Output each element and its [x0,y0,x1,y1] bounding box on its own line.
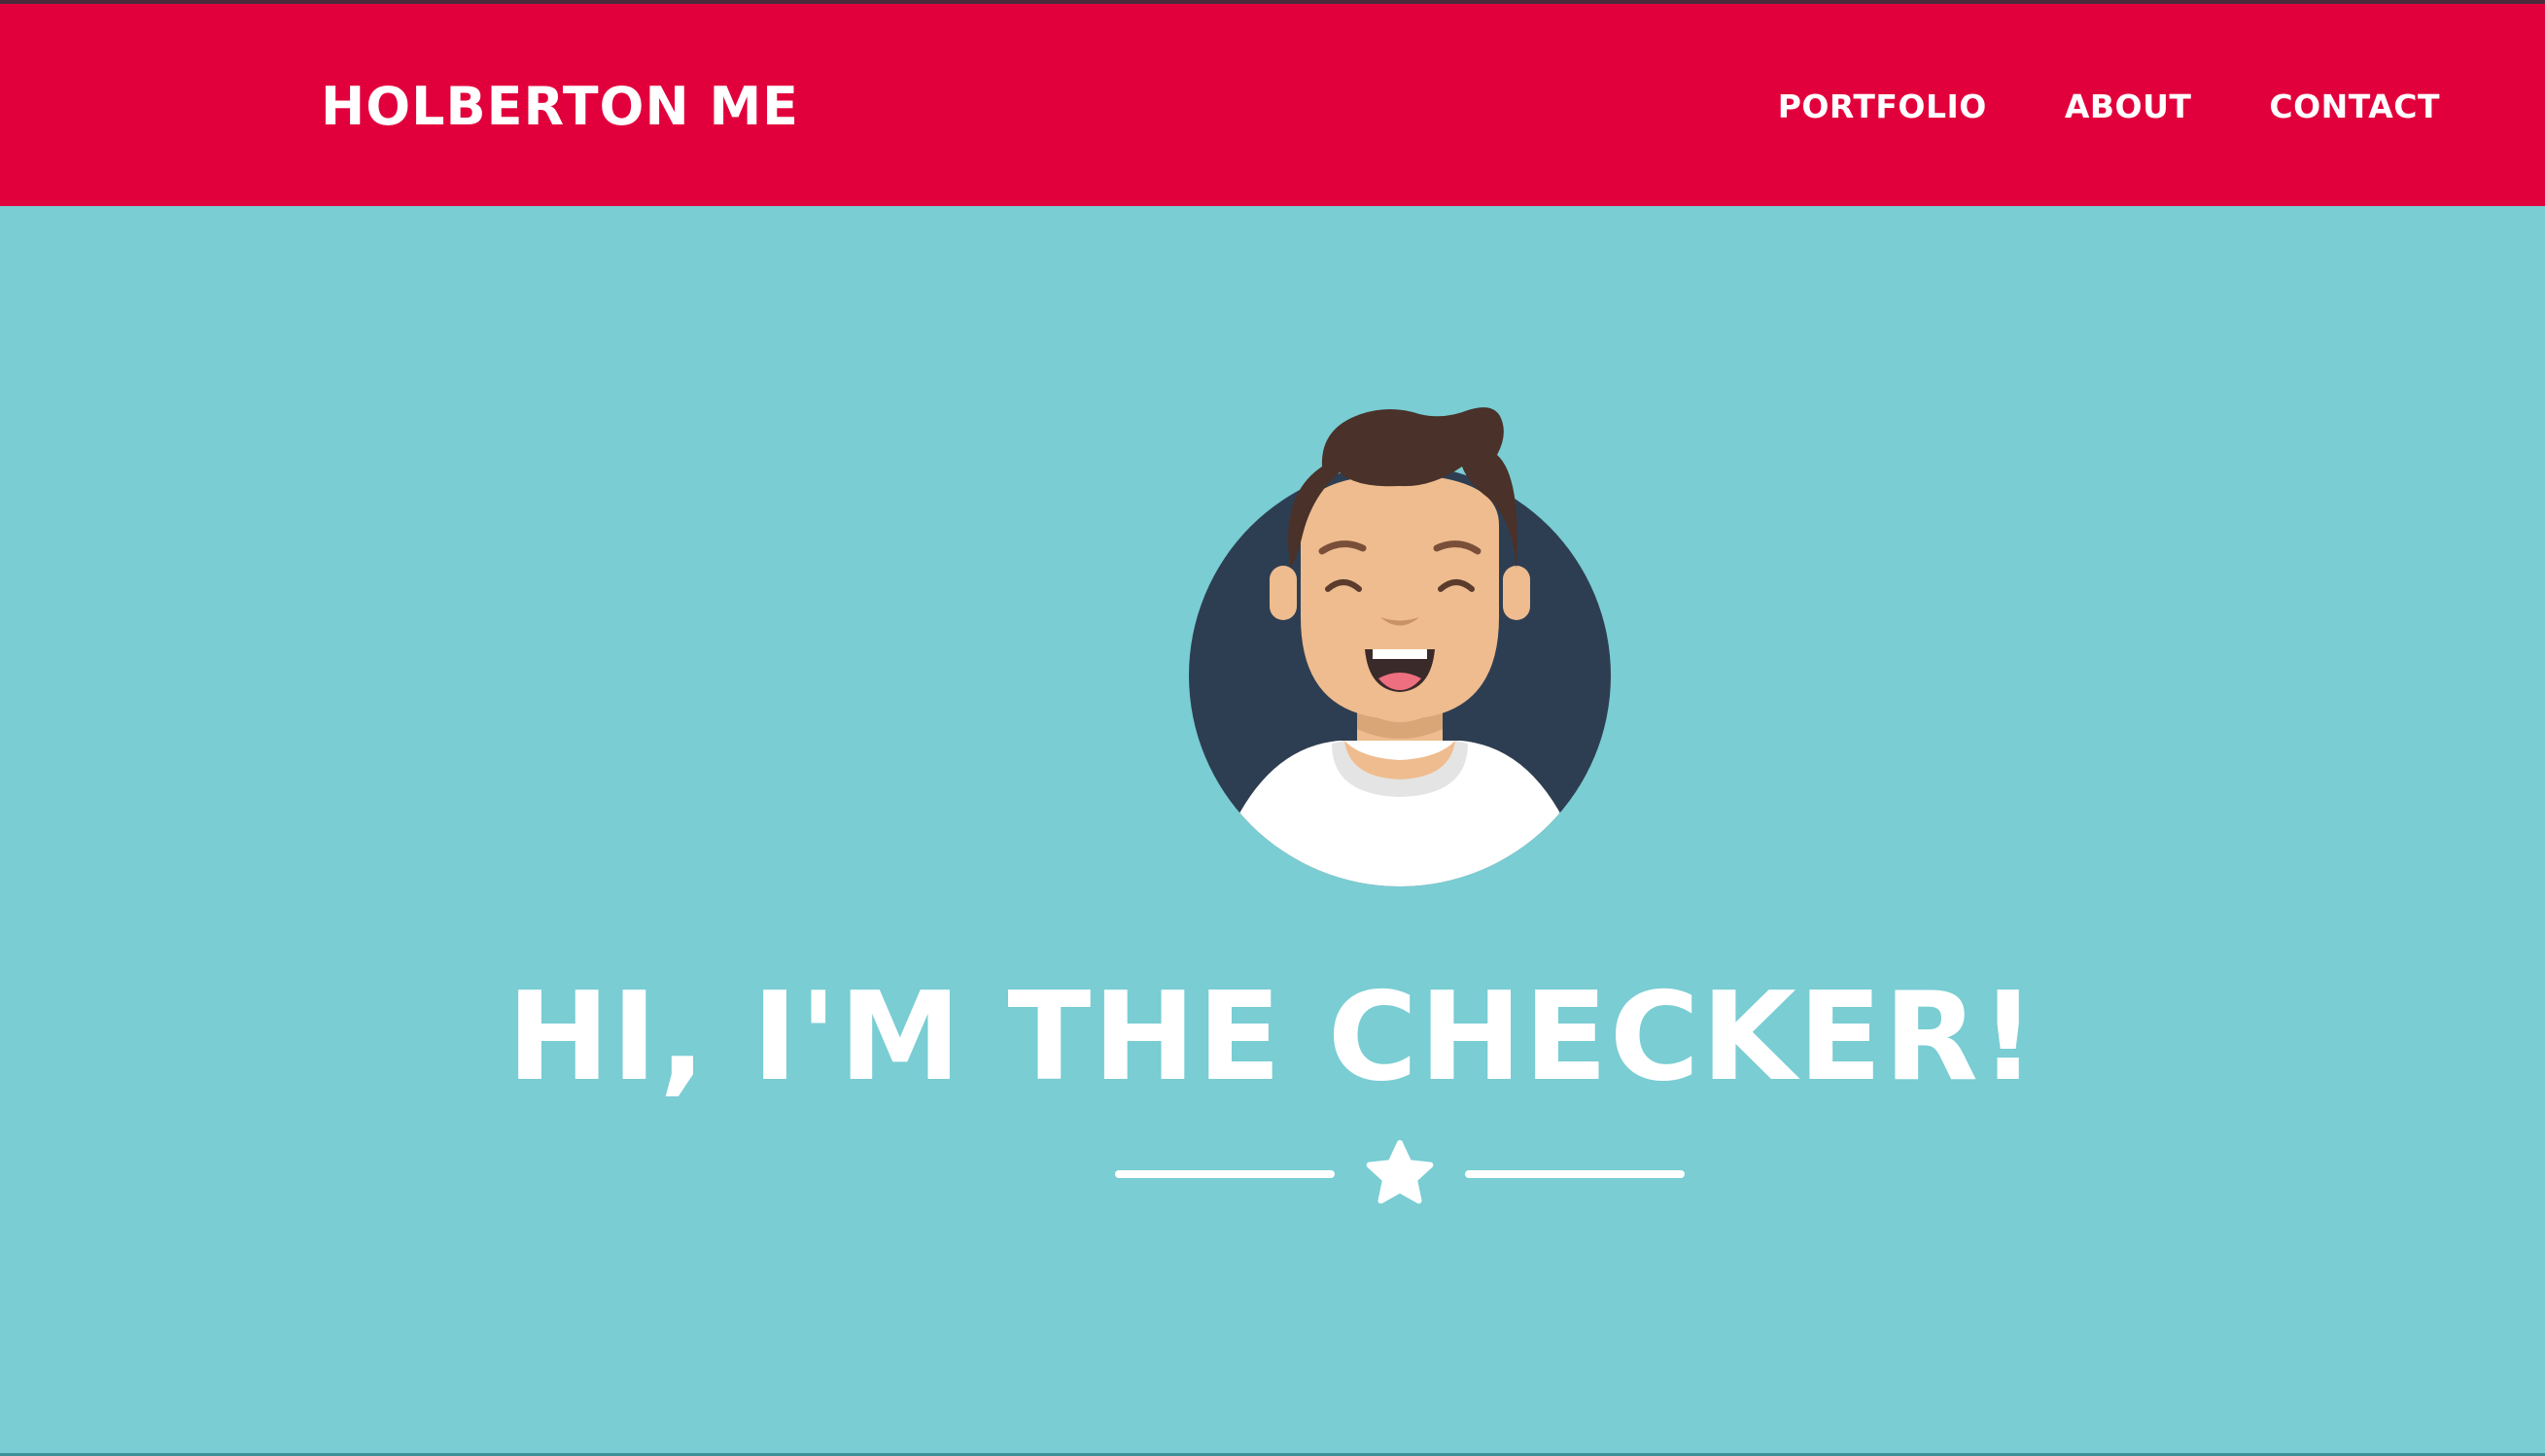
brand-logo-link[interactable]: HOLBERTON ME [321,75,799,139]
hero-headline: HI, I'M THE CHECKER! [506,965,2039,1108]
nav-links: PORTFOLIO ABOUT CONTACT [1778,86,2440,128]
nav-link-about[interactable]: ABOUT [2065,86,2192,128]
navbar: HOLBERTON ME PORTFOLIO ABOUT CONTACT [0,4,2545,206]
avatar-illustration [1189,407,1611,886]
page: HOLBERTON ME PORTFOLIO ABOUT CONTACT HI,… [0,0,2545,1456]
nav-link-contact[interactable]: CONTACT [2269,86,2440,128]
star-divider [1115,1140,1685,1204]
nav-link-portfolio[interactable]: PORTFOLIO [1778,86,1987,128]
avatar-ear-left [1270,566,1297,620]
star-icon [1366,1140,1434,1204]
avatar-ear-right [1503,566,1530,620]
